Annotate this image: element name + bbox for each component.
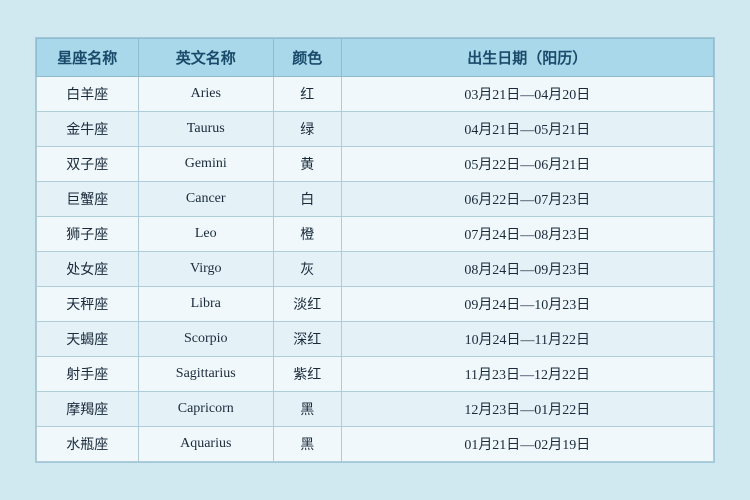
- cell-date: 08月24日—09月23日: [341, 252, 713, 287]
- cell-cn-name: 天蝎座: [37, 322, 139, 357]
- cell-color: 深红: [273, 322, 341, 357]
- zodiac-table-container: 星座名称 英文名称 颜色 出生日期（阳历） 白羊座Aries红03月21日—04…: [35, 37, 715, 463]
- cell-date: 10月24日—11月22日: [341, 322, 713, 357]
- cell-cn-name: 水瓶座: [37, 427, 139, 462]
- cell-cn-name: 白羊座: [37, 77, 139, 112]
- cell-cn-name: 双子座: [37, 147, 139, 182]
- header-color: 颜色: [273, 39, 341, 77]
- cell-en-name: Libra: [138, 287, 273, 322]
- cell-en-name: Scorpio: [138, 322, 273, 357]
- table-row: 狮子座Leo橙07月24日—08月23日: [37, 217, 714, 252]
- cell-en-name: Taurus: [138, 112, 273, 147]
- cell-date: 05月22日—06月21日: [341, 147, 713, 182]
- cell-en-name: Aquarius: [138, 427, 273, 462]
- table-header-row: 星座名称 英文名称 颜色 出生日期（阳历）: [37, 39, 714, 77]
- cell-en-name: Cancer: [138, 182, 273, 217]
- header-date: 出生日期（阳历）: [341, 39, 713, 77]
- cell-date: 09月24日—10月23日: [341, 287, 713, 322]
- cell-date: 11月23日—12月22日: [341, 357, 713, 392]
- table-row: 金牛座Taurus绿04月21日—05月21日: [37, 112, 714, 147]
- table-row: 天秤座Libra淡红09月24日—10月23日: [37, 287, 714, 322]
- cell-en-name: Aries: [138, 77, 273, 112]
- cell-color: 绿: [273, 112, 341, 147]
- cell-cn-name: 狮子座: [37, 217, 139, 252]
- cell-color: 淡红: [273, 287, 341, 322]
- cell-en-name: Capricorn: [138, 392, 273, 427]
- cell-color: 红: [273, 77, 341, 112]
- cell-date: 01月21日—02月19日: [341, 427, 713, 462]
- cell-en-name: Sagittarius: [138, 357, 273, 392]
- cell-color: 黑: [273, 427, 341, 462]
- table-row: 双子座Gemini黄05月22日—06月21日: [37, 147, 714, 182]
- cell-en-name: Gemini: [138, 147, 273, 182]
- cell-color: 紫红: [273, 357, 341, 392]
- cell-en-name: Virgo: [138, 252, 273, 287]
- cell-color: 白: [273, 182, 341, 217]
- header-en-name: 英文名称: [138, 39, 273, 77]
- cell-en-name: Leo: [138, 217, 273, 252]
- cell-cn-name: 射手座: [37, 357, 139, 392]
- table-row: 摩羯座Capricorn黑12月23日—01月22日: [37, 392, 714, 427]
- cell-cn-name: 摩羯座: [37, 392, 139, 427]
- table-row: 天蝎座Scorpio深红10月24日—11月22日: [37, 322, 714, 357]
- cell-date: 06月22日—07月23日: [341, 182, 713, 217]
- cell-color: 黄: [273, 147, 341, 182]
- table-row: 射手座Sagittarius紫红11月23日—12月22日: [37, 357, 714, 392]
- cell-date: 07月24日—08月23日: [341, 217, 713, 252]
- table-row: 白羊座Aries红03月21日—04月20日: [37, 77, 714, 112]
- cell-date: 12月23日—01月22日: [341, 392, 713, 427]
- cell-cn-name: 处女座: [37, 252, 139, 287]
- header-cn-name: 星座名称: [37, 39, 139, 77]
- cell-color: 橙: [273, 217, 341, 252]
- table-row: 水瓶座Aquarius黑01月21日—02月19日: [37, 427, 714, 462]
- zodiac-table: 星座名称 英文名称 颜色 出生日期（阳历） 白羊座Aries红03月21日—04…: [36, 38, 714, 462]
- cell-color: 黑: [273, 392, 341, 427]
- cell-date: 04月21日—05月21日: [341, 112, 713, 147]
- table-row: 处女座Virgo灰08月24日—09月23日: [37, 252, 714, 287]
- cell-cn-name: 金牛座: [37, 112, 139, 147]
- cell-date: 03月21日—04月20日: [341, 77, 713, 112]
- table-row: 巨蟹座Cancer白06月22日—07月23日: [37, 182, 714, 217]
- cell-color: 灰: [273, 252, 341, 287]
- cell-cn-name: 天秤座: [37, 287, 139, 322]
- cell-cn-name: 巨蟹座: [37, 182, 139, 217]
